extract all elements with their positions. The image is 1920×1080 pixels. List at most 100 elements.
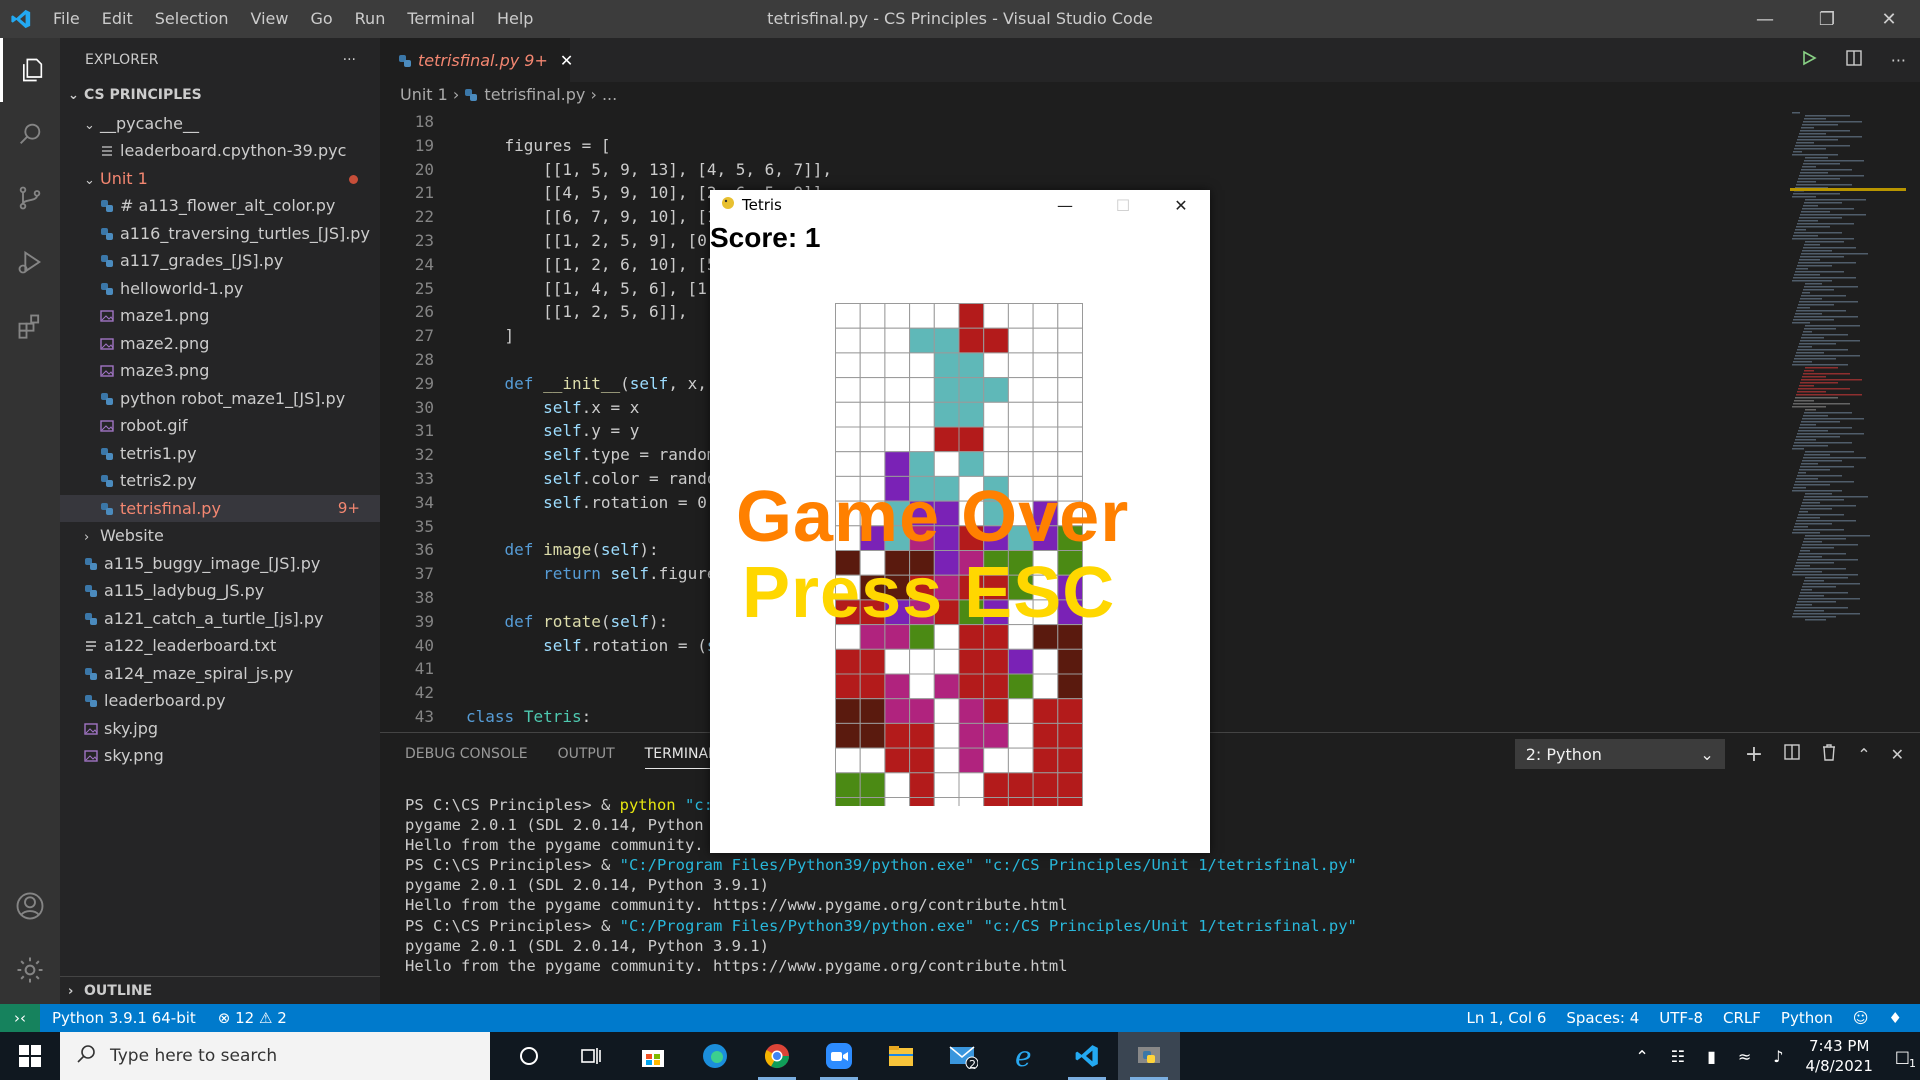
code-line[interactable]: 19 figures = [ [380, 134, 1780, 158]
pygame-maximize-icon[interactable]: ☐ [1094, 190, 1152, 220]
code-line[interactable]: 20 [[1, 5, 9, 13], [4, 5, 6, 7]], [380, 158, 1780, 182]
wifi-icon[interactable]: ≈ [1738, 1047, 1751, 1066]
chevron-up-icon[interactable]: ⌃ [1635, 1047, 1648, 1066]
tree-item[interactable]: sky.jpg [60, 715, 380, 743]
zoom-icon[interactable] [808, 1032, 870, 1080]
internet-explorer-icon[interactable]: e [994, 1032, 1056, 1080]
python-taskbar-icon[interactable] [1118, 1032, 1180, 1080]
language-mode[interactable]: Python [1781, 1009, 1833, 1027]
menu-help[interactable]: Help [486, 0, 544, 38]
code-line[interactable]: 18 [380, 110, 1780, 134]
menu-terminal[interactable]: Terminal [396, 0, 486, 38]
menu-edit[interactable]: Edit [91, 0, 144, 38]
extensions-icon[interactable] [0, 294, 60, 358]
editor-more-icon[interactable]: ··· [1891, 51, 1906, 70]
new-terminal-icon[interactable]: + [1745, 742, 1763, 767]
tree-item[interactable]: leaderboard.py [60, 687, 380, 715]
notification-center-icon[interactable]: □ 1 [1895, 1047, 1916, 1070]
pygame-window[interactable]: Tetris — ☐ ✕ Score: 1 Game Over Press ES… [710, 190, 1210, 853]
tree-item[interactable]: a122_leaderboard.txt [60, 632, 380, 660]
tree-item[interactable]: sky.png [60, 742, 380, 770]
breadcrumb-folder[interactable]: Unit 1 [400, 85, 448, 104]
clock[interactable]: 7:43 PM 4/8/2021 [1806, 1036, 1873, 1076]
tree-item[interactable]: a124_maze_spiral_js.py [60, 660, 380, 688]
tree-item[interactable]: maze1.png [60, 302, 380, 330]
cursor-position[interactable]: Ln 1, Col 6 [1467, 1009, 1547, 1027]
restore-icon[interactable]: ❐ [1796, 0, 1858, 38]
tab-tetrisfinal[interactable]: tetrisfinal.py 9+ ✕ [380, 38, 573, 82]
pygame-minimize-icon[interactable]: — [1036, 190, 1094, 220]
battery-icon[interactable]: ▮ [1707, 1047, 1716, 1066]
breadcrumb-file[interactable]: tetrisfinal.py [484, 85, 585, 104]
tree-item[interactable]: maze3.png [60, 357, 380, 385]
settings-gear-icon[interactable] [0, 938, 60, 1002]
problems-indicator[interactable]: ⊗ 12 ⚠ 2 [218, 1009, 287, 1027]
tree-item[interactable]: robot.gif [60, 412, 380, 440]
chrome-icon[interactable] [746, 1032, 808, 1080]
edge-icon[interactable] [684, 1032, 746, 1080]
explorer-icon[interactable] [0, 38, 60, 102]
tree-item[interactable]: tetris1.py [60, 440, 380, 468]
menu-run[interactable]: Run [344, 0, 397, 38]
account-icon[interactable] [0, 874, 60, 938]
python-interpreter[interactable]: Python 3.9.1 64-bit [52, 1009, 196, 1027]
tree-item[interactable]: leaderboard.cpython-39.pyc [60, 137, 380, 165]
close-panel-icon[interactable]: ✕ [1891, 745, 1904, 764]
tab-close-icon[interactable]: ✕ [560, 51, 573, 70]
meet-now-icon[interactable]: ☷ [1671, 1047, 1685, 1066]
volume-icon[interactable]: ♪ [1773, 1047, 1783, 1066]
panel-tab-output[interactable]: OUTPUT [558, 746, 615, 762]
windows-start-icon[interactable] [0, 1032, 60, 1080]
outline-section[interactable]: › OUTLINE [60, 976, 380, 1004]
menu-go[interactable]: Go [299, 0, 343, 38]
remote-icon[interactable]: ›‹ [0, 1004, 40, 1032]
line-ending[interactable]: CRLF [1723, 1009, 1761, 1027]
workspace-root[interactable]: ⌄ CS PRINCIPLES [60, 82, 380, 110]
notifications-bell-icon[interactable]: ♦ [1889, 1009, 1902, 1027]
tree-item[interactable]: a115_buggy_image_[JS].py [60, 550, 380, 578]
search-icon[interactable] [0, 102, 60, 166]
maximize-panel-icon[interactable]: ⌃ [1857, 745, 1870, 764]
tree-item[interactable]: # a113_flower_alt_color.py [60, 192, 380, 220]
terminal-select[interactable]: 2: Python ⌄ [1514, 739, 1725, 769]
tree-item[interactable]: a115_ladybug_JS.py [60, 577, 380, 605]
trash-icon[interactable] [1821, 743, 1837, 765]
vscode-taskbar-icon[interactable] [1056, 1032, 1118, 1080]
tree-item[interactable]: helloworld-1.py [60, 275, 380, 303]
mail-icon[interactable]: 2 [932, 1032, 994, 1080]
feedback-icon[interactable]: ☺ [1853, 1009, 1869, 1027]
minimize-icon[interactable]: — [1734, 0, 1796, 38]
tree-item[interactable]: a121_catch_a_turtle_[js].py [60, 605, 380, 633]
run-debug-icon[interactable] [0, 230, 60, 294]
panel-tab-debug-console[interactable]: DEBUG CONSOLE [405, 746, 528, 762]
encoding[interactable]: UTF-8 [1659, 1009, 1703, 1027]
split-editor-icon[interactable] [1845, 49, 1863, 71]
panel-tab-terminal[interactable]: TERMINAL [644, 739, 716, 769]
tree-item[interactable]: ⌄ Unit 1 [60, 165, 380, 193]
indentation[interactable]: Spaces: 4 [1566, 1009, 1639, 1027]
menu-view[interactable]: View [240, 0, 300, 38]
tree-item[interactable]: maze2.png [60, 330, 380, 358]
tree-item[interactable]: python robot_maze1_[JS].py [60, 385, 380, 413]
breadcrumb-symbol[interactable]: ... [602, 85, 617, 104]
source-control-icon[interactable] [0, 166, 60, 230]
taskbar-search-box[interactable]: Type here to search [60, 1032, 490, 1080]
menu-file[interactable]: File [42, 0, 91, 38]
tree-item[interactable]: a116_traversing_turtles_[JS].py [60, 220, 380, 248]
close-icon[interactable]: ✕ [1858, 0, 1920, 38]
cortana-icon[interactable] [498, 1032, 560, 1080]
file-explorer-icon[interactable] [870, 1032, 932, 1080]
more-actions-icon[interactable]: ··· [343, 52, 356, 68]
pygame-close-icon[interactable]: ✕ [1152, 190, 1210, 220]
tree-item[interactable]: a117_grades_[JS].py [60, 247, 380, 275]
tree-item[interactable]: tetrisfinal.py 9+ [60, 494, 380, 522]
run-python-icon[interactable] [1801, 50, 1817, 70]
task-view-icon[interactable] [560, 1032, 622, 1080]
split-terminal-icon[interactable] [1783, 743, 1801, 765]
tree-item[interactable]: tetris2.py [60, 467, 380, 495]
minimap[interactable] [1790, 108, 1906, 628]
tree-item[interactable]: ⌄ __pycache__ [60, 110, 380, 138]
menu-selection[interactable]: Selection [144, 0, 240, 38]
store-icon[interactable] [622, 1032, 684, 1080]
tree-item[interactable]: › Website [60, 522, 380, 550]
